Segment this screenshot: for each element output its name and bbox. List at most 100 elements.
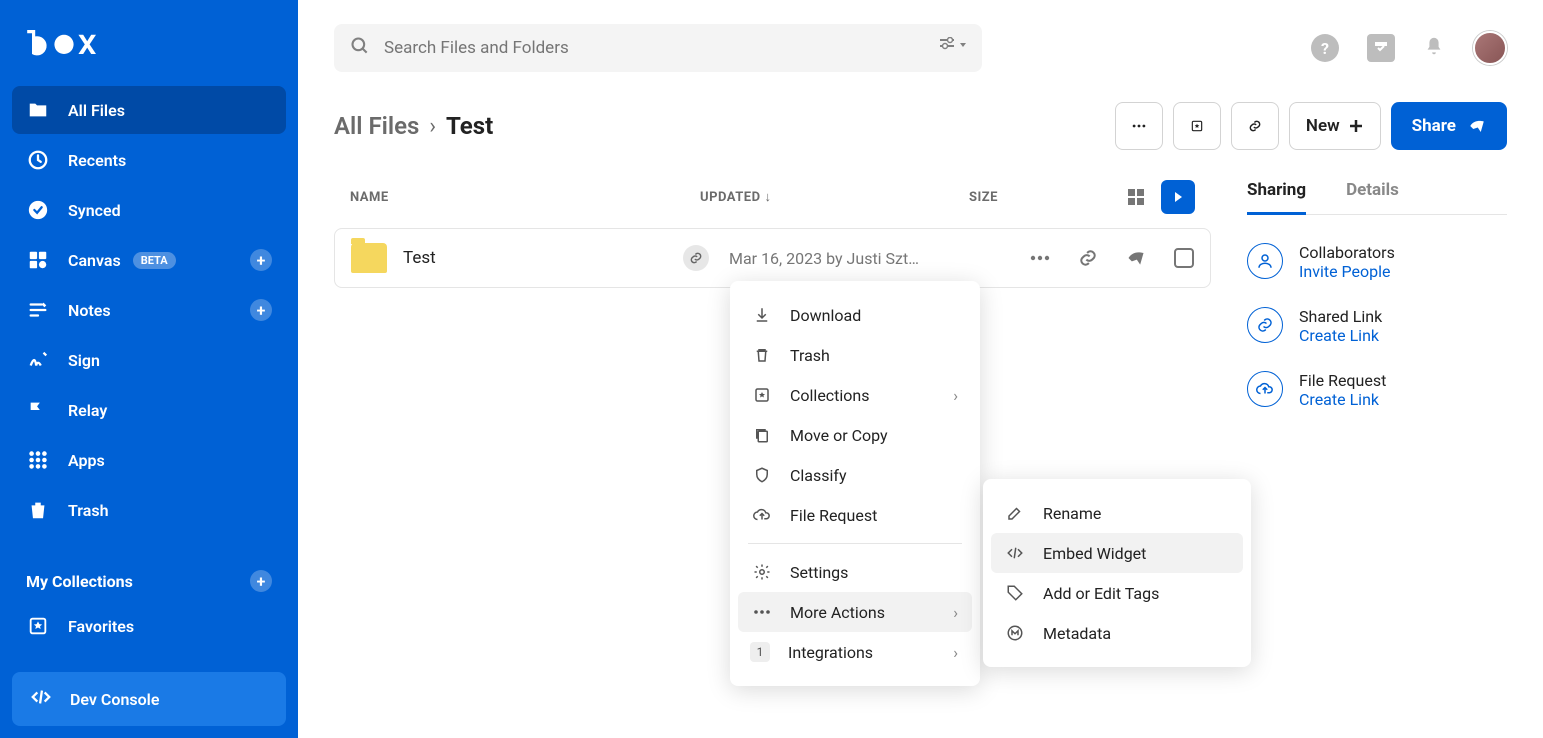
- header-actions: New Share: [1115, 102, 1507, 150]
- create-file-request-link[interactable]: Create Link: [1299, 390, 1386, 409]
- folder-icon: [351, 243, 387, 273]
- menu-settings[interactable]: Settings: [738, 552, 972, 592]
- tasks-icon[interactable]: [1367, 34, 1395, 62]
- menu-label: Download: [790, 306, 861, 325]
- detail-file-request: File Request Create Link: [1247, 371, 1507, 409]
- search-input[interactable]: [384, 38, 926, 58]
- menu-label: Embed Widget: [1043, 544, 1146, 563]
- search-filter-icon[interactable]: [940, 37, 966, 59]
- breadcrumb-row: All Files › Test New Share: [298, 72, 1543, 150]
- cloud-upload-icon: [1247, 371, 1283, 407]
- sidebar-item-relay[interactable]: Relay: [12, 386, 286, 434]
- notifications-icon[interactable]: [1423, 35, 1445, 61]
- menu-collections[interactable]: Collections ›: [738, 375, 972, 415]
- topbar: ?: [298, 0, 1543, 72]
- separator: [748, 543, 962, 544]
- gear-icon: [752, 562, 772, 582]
- sidebar-item-all-files[interactable]: All Files: [12, 86, 286, 134]
- sidebar-item-recents[interactable]: Recents: [12, 136, 286, 184]
- collection-button[interactable]: [1173, 102, 1221, 150]
- submenu-metadata[interactable]: Metadata: [991, 613, 1243, 653]
- details-tabs: Sharing Details: [1247, 176, 1507, 215]
- menu-trash[interactable]: Trash: [738, 335, 972, 375]
- integrations-count-badge: 1: [750, 642, 770, 662]
- sidebar-item-synced[interactable]: Synced: [12, 186, 286, 234]
- menu-more-actions[interactable]: More Actions ›: [738, 592, 972, 632]
- folder-icon: [26, 98, 50, 122]
- row-actions: [1030, 248, 1194, 268]
- submenu-embed-widget[interactable]: Embed Widget: [991, 533, 1243, 573]
- row-link-icon[interactable]: [1078, 248, 1098, 268]
- link-button[interactable]: [1231, 102, 1279, 150]
- row-checkbox[interactable]: [1174, 248, 1194, 268]
- breadcrumb-current: Test: [446, 112, 493, 140]
- more-menu-button[interactable]: [1115, 102, 1163, 150]
- sidebar-item-label: Trash: [68, 501, 109, 520]
- sidebar-item-label: Notes: [68, 301, 111, 320]
- row-share-icon[interactable]: [1126, 248, 1146, 268]
- apps-icon: [26, 448, 50, 472]
- metadata-icon: [1005, 623, 1025, 643]
- row-more-icon[interactable]: [1030, 255, 1050, 261]
- breadcrumb-root[interactable]: All Files: [334, 112, 419, 140]
- column-name[interactable]: NAME: [350, 190, 700, 205]
- sidebar-item-label: Synced: [68, 201, 121, 220]
- add-icon[interactable]: +: [250, 299, 272, 321]
- user-avatar[interactable]: [1473, 31, 1507, 65]
- create-shared-link[interactable]: Create Link: [1299, 326, 1382, 345]
- invite-people-link[interactable]: Invite People: [1299, 262, 1395, 281]
- detail-title: Collaborators: [1299, 243, 1395, 262]
- beta-badge: BETA: [133, 252, 176, 269]
- topbar-right: ?: [1311, 31, 1507, 65]
- sidebar-item-canvas[interactable]: Canvas BETA +: [12, 236, 286, 284]
- menu-file-request[interactable]: File Request: [738, 495, 972, 535]
- row-updated: Mar 16, 2023 by Justi Szt…: [729, 249, 959, 268]
- collections-label: My Collections: [26, 572, 133, 591]
- sidebar-item-label: Canvas: [68, 251, 121, 270]
- menu-classify[interactable]: Classify: [738, 455, 972, 495]
- user-icon: [1247, 243, 1283, 279]
- menu-move-copy[interactable]: Move or Copy: [738, 415, 972, 455]
- box-logo[interactable]: [0, 12, 298, 86]
- submenu-rename[interactable]: Rename: [991, 493, 1243, 533]
- tab-details[interactable]: Details: [1346, 176, 1399, 214]
- sidebar-item-label: Apps: [68, 451, 105, 470]
- share-button[interactable]: Share: [1391, 102, 1507, 150]
- menu-label: Add or Edit Tags: [1043, 584, 1159, 603]
- column-size[interactable]: SIZE: [958, 190, 998, 205]
- link-icon: [1247, 307, 1283, 343]
- more-actions-submenu: Rename Embed Widget Add or Edit Tags Met…: [983, 479, 1251, 667]
- list-view-toggle[interactable]: [1161, 180, 1195, 214]
- view-toggle-group: [1119, 180, 1195, 214]
- sidebar-item-trash[interactable]: Trash: [12, 486, 286, 534]
- more-icon: [752, 602, 772, 622]
- menu-label: More Actions: [790, 603, 885, 622]
- sidebar-item-apps[interactable]: Apps: [12, 436, 286, 484]
- menu-integrations[interactable]: 1 Integrations ›: [738, 632, 972, 672]
- help-icon[interactable]: ?: [1311, 34, 1339, 62]
- row-name[interactable]: Test: [403, 248, 683, 268]
- menu-label: Integrations: [788, 643, 873, 662]
- submenu-add-tags[interactable]: Add or Edit Tags: [991, 573, 1243, 613]
- my-collections-header: My Collections +: [12, 562, 286, 600]
- sign-icon: [26, 348, 50, 372]
- tag-icon: [1005, 583, 1025, 603]
- new-button[interactable]: New: [1289, 102, 1381, 150]
- sidebar-item-notes[interactable]: Notes +: [12, 286, 286, 334]
- relay-icon: [26, 398, 50, 422]
- menu-label: Trash: [790, 346, 830, 365]
- grid-view-toggle[interactable]: [1119, 180, 1153, 214]
- sidebar-item-sign[interactable]: Sign: [12, 336, 286, 384]
- menu-label: Rename: [1043, 504, 1101, 523]
- table-row[interactable]: Test Mar 16, 2023 by Justi Szt…: [334, 228, 1211, 288]
- add-collection-icon[interactable]: +: [250, 570, 272, 592]
- search-box[interactable]: [334, 24, 982, 72]
- sidebar-item-favorites[interactable]: Favorites: [12, 602, 286, 650]
- add-icon[interactable]: +: [250, 249, 272, 271]
- tab-sharing[interactable]: Sharing: [1247, 176, 1306, 215]
- context-menu: Download Trash Collections › Move or Cop…: [730, 281, 980, 686]
- menu-download[interactable]: Download: [738, 295, 972, 335]
- share-button-label: Share: [1412, 116, 1456, 136]
- dev-console-button[interactable]: Dev Console: [12, 672, 286, 726]
- column-updated[interactable]: UPDATED ↓: [700, 189, 958, 205]
